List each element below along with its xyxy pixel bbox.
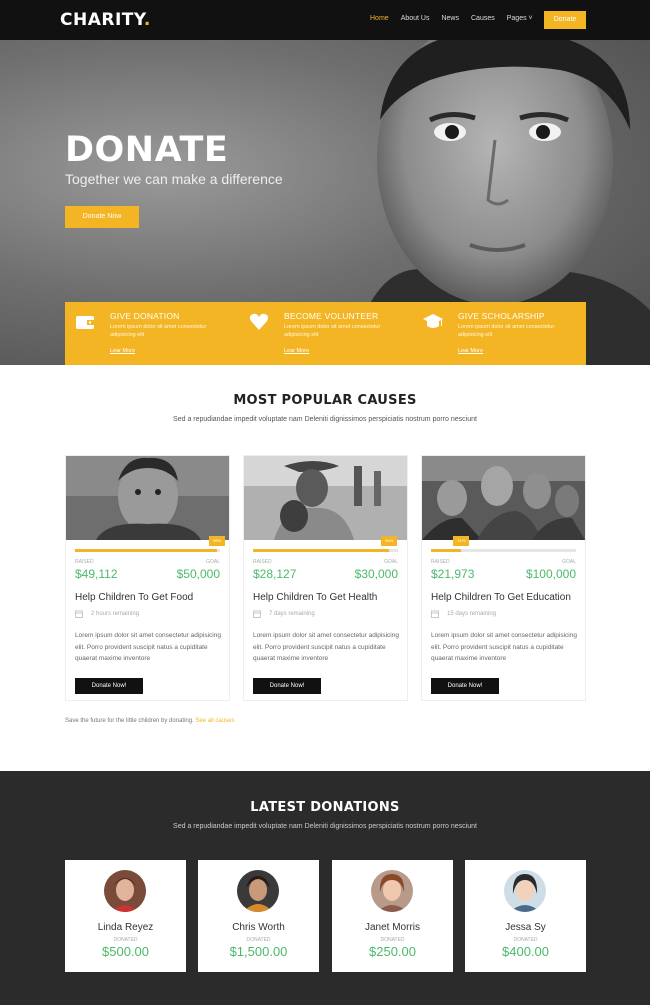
feature-text: Lorem ipsum dolor sit amet consectetur a…: [458, 324, 555, 338]
raised-amount: $28,127: [253, 567, 297, 581]
donations-title: LATEST DONATIONS: [250, 800, 400, 815]
progress-percent-badge: 21%: [453, 536, 470, 546]
donor-card: Linda Reyez DONATED $500.00: [65, 860, 186, 972]
donor-name: Janet Morris: [364, 922, 420, 933]
goal-amount: $100,000: [525, 567, 576, 581]
cause-image: [422, 456, 585, 540]
donation-amount: $1,500.00: [229, 944, 288, 959]
top-navbar: CHARITY. Home About Us News Causes Pages…: [0, 0, 650, 40]
cause-description: Lorem ipsum dolor sit amet consectetur a…: [253, 632, 399, 662]
raised-amount: $49,112: [75, 567, 118, 581]
causes-title: MOST POPULAR CAUSES: [233, 393, 417, 408]
graduation-cap-icon: [423, 314, 443, 328]
avatar: [237, 870, 279, 912]
clock-icon: [253, 610, 261, 618]
donate-now-button[interactable]: Donate Now!: [253, 678, 321, 694]
progress-fill: [431, 549, 462, 552]
avatar: [104, 870, 146, 912]
feature-title: BECOME VOLUNTEER: [284, 311, 379, 321]
raised-amount: $21,973: [431, 567, 475, 581]
feature-learn-more-link[interactable]: Lear More: [458, 348, 483, 354]
feature-learn-more-link[interactable]: Lear More: [284, 348, 309, 354]
raised-label: RAISED: [253, 559, 272, 565]
feature-give-scholarship: GIVE SCHOLARSHIP Lorem ipsum dolor sit a…: [413, 302, 586, 365]
causes-footnote: Save the future for the little children …: [65, 718, 235, 724]
donated-label: DONATED: [513, 937, 538, 943]
goal-label: GOAL: [562, 559, 576, 565]
goal-label: GOAL: [384, 559, 398, 565]
cause-card: 98% RAISED GOAL $49,112 $50,000 Help Chi…: [65, 455, 230, 701]
see-all-causes-link[interactable]: See all causes: [195, 718, 234, 724]
feature-title: GIVE DONATION: [110, 311, 180, 321]
feature-become-volunteer: BECOME VOLUNTEER Lorem ipsum dolor sit a…: [239, 302, 412, 365]
nav-pages-dropdown[interactable]: Pages ˅: [507, 15, 533, 22]
causes-subtitle: Sed a repudiandae impedit voluptate nam …: [173, 416, 477, 423]
hero-title: DONATE: [65, 130, 229, 170]
cause-image: [244, 456, 407, 540]
cause-description: Lorem ipsum dolor sit amet consectetur a…: [431, 632, 577, 662]
heart-icon: [249, 313, 269, 330]
progress-bar: [431, 549, 576, 552]
nav-causes[interactable]: Causes: [471, 15, 495, 22]
feature-text: Lorem ipsum dolor sit amet consectetur a…: [284, 324, 381, 338]
goal-label: GOAL: [206, 559, 220, 565]
feature-text: Lorem ipsum dolor sit amet consectetur a…: [110, 324, 207, 338]
time-remaining: 2 hours remaining: [91, 611, 140, 617]
raised-label: RAISED: [431, 559, 450, 565]
cause-card: 21% RAISED GOAL $21,973 $100,000 Help Ch…: [421, 455, 586, 701]
nav-donate-button[interactable]: Donate: [544, 11, 586, 29]
donated-label: DONATED: [380, 937, 405, 943]
donations-subtitle: Sed a repudiandae impedit voluptate nam …: [173, 823, 477, 830]
goal-amount: $50,000: [176, 567, 220, 581]
clock-icon: [75, 610, 83, 618]
hero-subtitle: Together we can make a difference: [65, 171, 283, 187]
donor-name: Chris Worth: [232, 922, 285, 933]
donor-card: Janet Morris DONATED $250.00: [332, 860, 453, 972]
avatar: [504, 870, 546, 912]
clock-icon: [431, 610, 439, 618]
cause-title[interactable]: Help Children To Get Food: [75, 592, 193, 603]
donation-amount: $250.00: [369, 944, 416, 959]
feature-title: GIVE SCHOLARSHIP: [458, 311, 545, 321]
cause-description: Lorem ipsum dolor sit amet consectetur a…: [75, 632, 221, 662]
progress-fill: [253, 549, 390, 552]
hero-donate-button[interactable]: Donate Now: [65, 206, 139, 228]
donor-name: Linda Reyez: [97, 922, 154, 933]
progress-percent-badge: 98%: [209, 536, 226, 546]
avatar: [371, 870, 413, 912]
donated-label: DONATED: [113, 937, 138, 943]
cause-title[interactable]: Help Children To Get Education: [431, 592, 571, 603]
donate-now-button[interactable]: Donate Now!: [431, 678, 499, 694]
cause-card: 94% RAISED GOAL $28,127 $30,000 Help Chi…: [243, 455, 408, 701]
nav-news[interactable]: News: [441, 15, 459, 22]
time-remaining: 15 days remaining: [447, 611, 497, 617]
nav-about[interactable]: About Us: [401, 15, 430, 22]
feature-bar: GIVE DONATION Lorem ipsum dolor sit amet…: [65, 302, 586, 365]
donation-amount: $500.00: [102, 944, 149, 959]
cause-title[interactable]: Help Children To Get Health: [253, 592, 377, 603]
donor-card: Chris Worth DONATED $1,500.00: [198, 860, 319, 972]
feature-learn-more-link[interactable]: Lear More: [110, 348, 135, 354]
donor-name: Jessa Sy: [505, 922, 546, 933]
cause-image: [66, 456, 229, 540]
nav-home[interactable]: Home: [370, 15, 389, 22]
progress-fill: [75, 549, 218, 552]
feature-give-donation: GIVE DONATION Lorem ipsum dolor sit amet…: [65, 302, 238, 365]
time-remaining: 7 days remaining: [269, 611, 315, 617]
wallet-icon: [76, 316, 94, 329]
progress-bar: [75, 549, 220, 552]
progress-percent-badge: 94%: [381, 536, 398, 546]
goal-amount: $30,000: [354, 567, 398, 581]
nav-menu: Home About Us News Causes Pages ˅: [370, 15, 545, 22]
progress-bar: [253, 549, 398, 552]
donation-amount: $400.00: [502, 944, 549, 959]
logo[interactable]: CHARITY.: [60, 10, 151, 30]
donated-label: DONATED: [246, 937, 271, 943]
raised-label: RAISED: [75, 559, 94, 565]
donor-card: Jessa Sy DONATED $400.00: [465, 860, 586, 972]
donate-now-button[interactable]: Donate Now!: [75, 678, 143, 694]
